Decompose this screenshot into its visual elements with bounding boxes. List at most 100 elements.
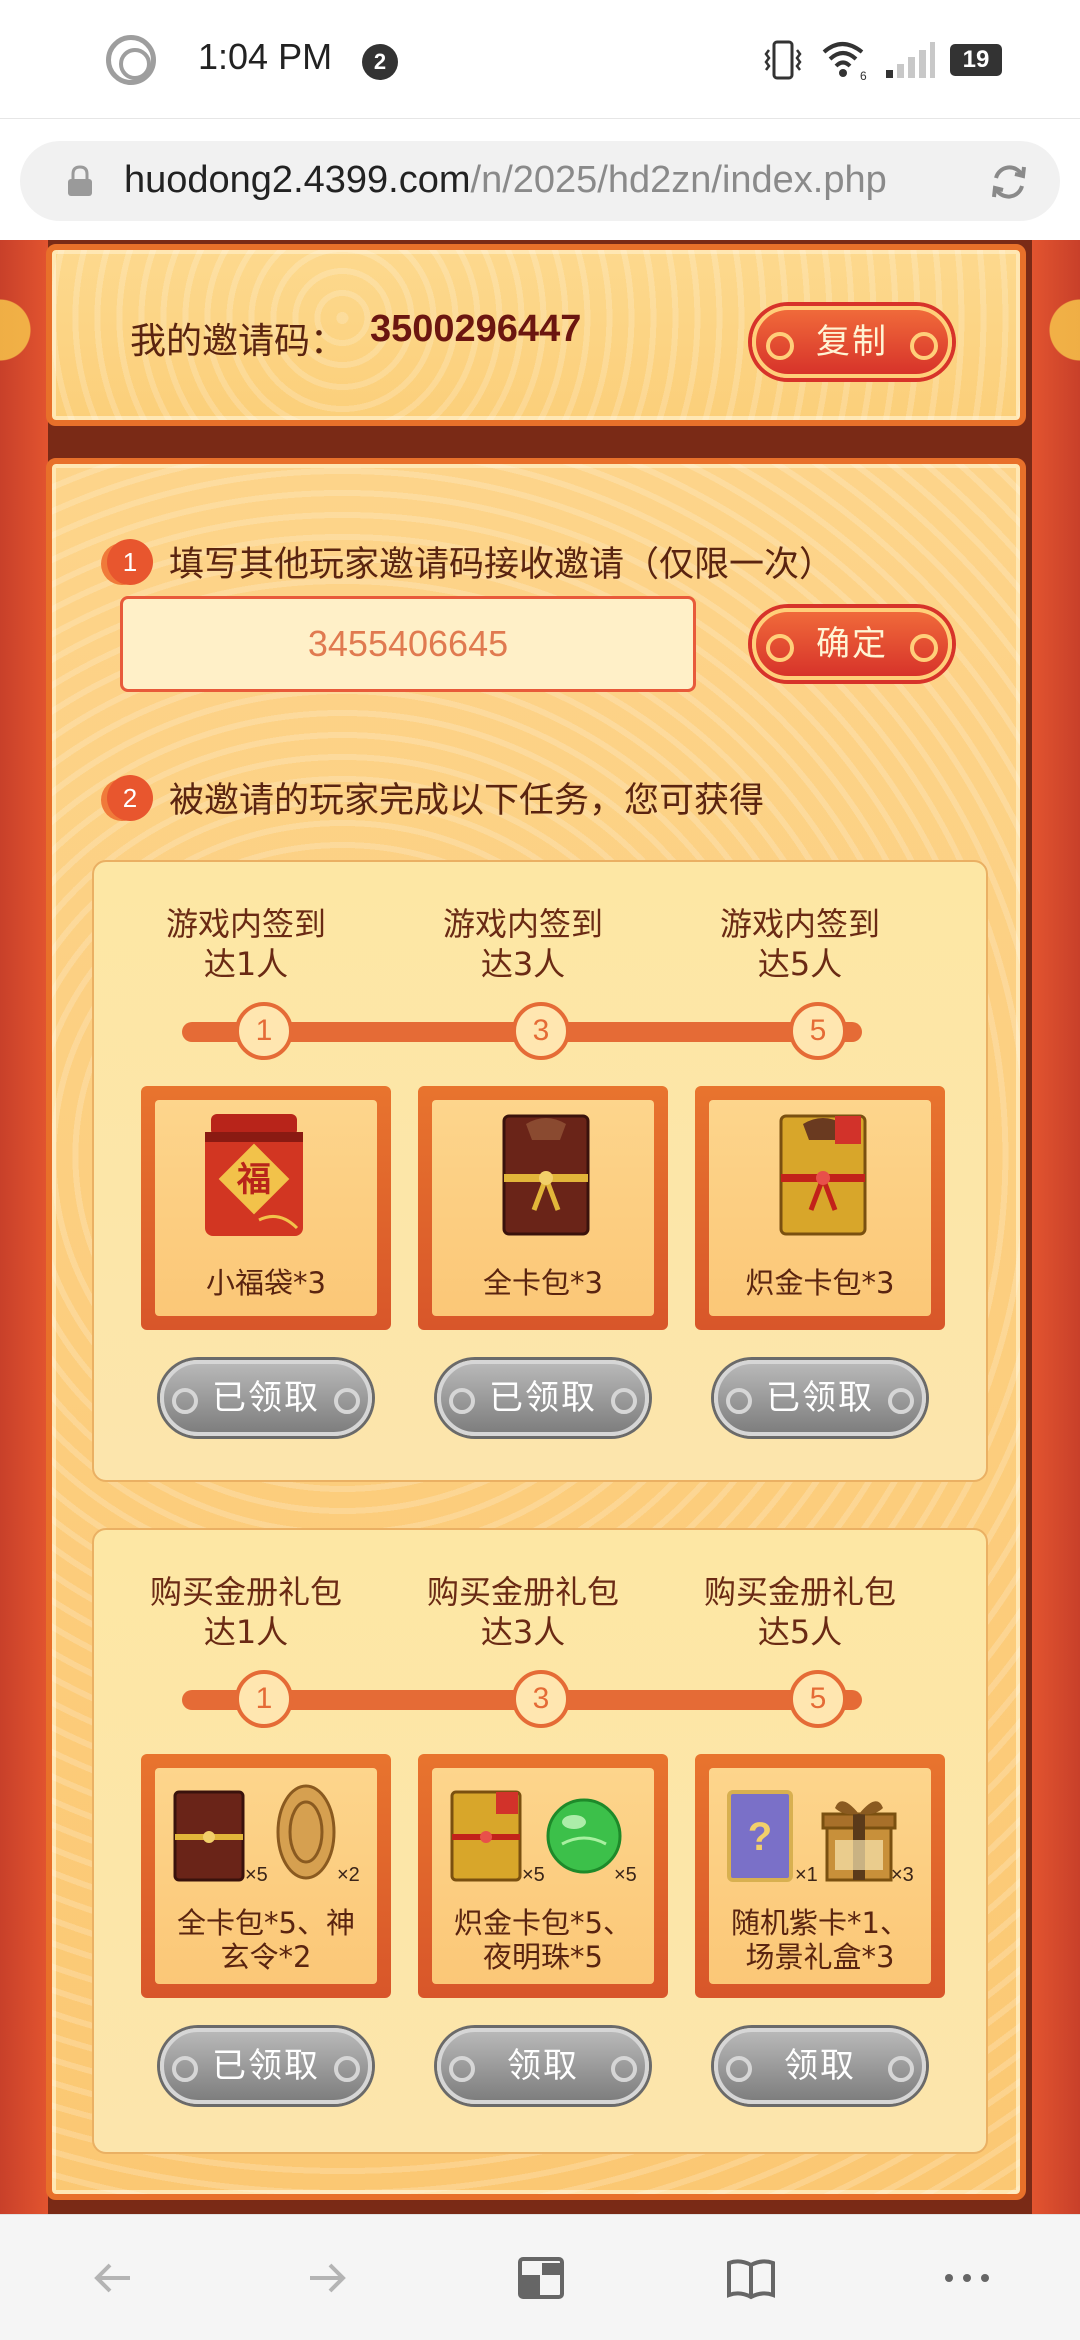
reward-name-line2: 场景礼盒*3 [745, 1940, 895, 1974]
card-pack-icon [502, 1114, 590, 1236]
reward-quantity: ×1 [795, 1864, 818, 1886]
milestone-node: 1 [235, 1002, 293, 1060]
task-condition-line2: 达5人 [757, 945, 843, 983]
signal-icon [886, 42, 935, 78]
claim-button[interactable]: 领取 [714, 2028, 926, 2104]
milestone-node: 3 [512, 1670, 570, 1728]
mystery-card-icon: ? [727, 1790, 793, 1882]
url-text[interactable]: huodong2.4399.com/n/2025/hd2zn/index.php [124, 159, 887, 202]
svg-text:?: ? [748, 1815, 772, 1859]
task-condition: 购买金册礼包 达1人 [116, 1572, 376, 1652]
step-1-heading: 1 填写其他玩家邀请码接收邀请（仅限一次） [107, 536, 834, 587]
step-1-text: 填写其他玩家邀请码接收邀请（仅限一次） [169, 545, 835, 585]
reward-quantity: ×5 [614, 1864, 637, 1886]
step-2-text: 被邀请的玩家完成以下任务，您可获得 [169, 781, 765, 821]
gift-box-icon [821, 1801, 897, 1882]
invite-code-value: 3500296447 [370, 308, 582, 350]
gold-card-pack-icon [779, 1114, 867, 1236]
battery-icon: 19 [950, 44, 1002, 76]
wifi-label: 6 [860, 69, 867, 82]
reload-icon[interactable] [988, 161, 1030, 203]
claimed-button[interactable]: 已领取 [437, 1360, 649, 1436]
task-condition-line2: 达3人 [480, 945, 566, 983]
step-2-heading: 2 被邀请的玩家完成以下任务，您可获得 [107, 772, 764, 823]
reward-name: 随机紫卡*1、 场景礼盒*3 [709, 1906, 931, 1974]
reward-name-line2: 玄令*2 [220, 1940, 312, 1974]
check-in-task-box: 游戏内签到 达1人 游戏内签到 达3人 游戏内签到 达5人 1 3 5 福 小福… [92, 860, 988, 1482]
reward-name: 炽金卡包*3 [745, 1266, 895, 1300]
invite-code-label: 我的邀请码： [130, 321, 347, 362]
bookmarks-icon[interactable] [724, 2251, 778, 2305]
lucky-bag-icon: 福 [205, 1114, 303, 1236]
task-condition-line1: 购买金册礼包 [426, 1573, 619, 1611]
more-icon[interactable] [940, 2251, 994, 2305]
url-domain: huodong2.4399.com [124, 159, 471, 201]
task-condition-line1: 购买金册礼包 [703, 1573, 896, 1611]
lock-icon [68, 165, 92, 196]
milestone-node: 3 [512, 1002, 570, 1060]
record-icon [106, 35, 156, 85]
wifi-icon: 6 [822, 42, 867, 82]
claimed-button[interactable]: 已领取 [160, 2028, 372, 2104]
step-1-badge: 1 [107, 538, 153, 585]
back-icon[interactable] [86, 2251, 140, 2305]
task-condition-line2: 达1人 [203, 945, 289, 983]
status-bar: 1:04 PM 2 6 19 [0, 0, 1080, 118]
pearl-icon [546, 1798, 622, 1874]
reward-card: ×5 ×2 全卡包*5、神 玄令*2 [141, 1754, 391, 1998]
reward-name: 炽金卡包*5、 夜明珠*5 [432, 1906, 654, 1974]
task-condition-line2: 达3人 [480, 1613, 566, 1651]
svg-text:福: 福 [236, 1160, 271, 1200]
milestone-node: 1 [235, 1670, 293, 1728]
reward-name: 全卡包*3 [483, 1266, 603, 1300]
reward-name-line1: 炽金卡包*5、 [454, 1906, 632, 1940]
step-2-badge: 2 [107, 774, 153, 821]
claimed-button[interactable]: 已领取 [714, 1360, 926, 1436]
gold-card-pack-icon [450, 1790, 522, 1882]
task-condition: 游戏内签到 达1人 [116, 904, 376, 984]
reward-name: 全卡包*5、神 玄令*2 [155, 1906, 377, 1974]
card-pack-icon [173, 1790, 245, 1882]
url-path: /n/2025/hd2zn/index.php [470, 159, 887, 201]
reward-card: ? ×1 ×3 随机紫卡*1、 场景礼盒*3 [695, 1754, 945, 1998]
reward-name-line1: 全卡包*5、神 [177, 1906, 355, 1940]
forward-icon[interactable] [300, 2251, 354, 2305]
reward-card: 福 小福袋*3 [141, 1086, 391, 1330]
purchase-task-box: 购买金册礼包 达1人 购买金册礼包 达3人 购买金册礼包 达5人 1 3 5 ×… [92, 1528, 988, 2154]
task-condition: 游戏内签到 达5人 [670, 904, 930, 984]
browser-bottom-nav [0, 2214, 1080, 2340]
task-condition-line2: 达5人 [757, 1613, 843, 1651]
reward-name: 小福袋*3 [206, 1266, 326, 1300]
notification-count-badge: 2 [362, 44, 398, 80]
task-condition-line1: 游戏内签到 [442, 905, 603, 943]
reward-name-line1: 随机紫卡*1、 [731, 1906, 909, 1940]
right-border-decoration [1032, 240, 1080, 2214]
reward-card: 全卡包*3 [418, 1086, 668, 1330]
reward-quantity: ×3 [891, 1864, 914, 1886]
task-condition-line1: 购买金册礼包 [149, 1573, 342, 1611]
invite-code-input[interactable]: 3455406645 [120, 596, 696, 692]
token-icon [276, 1784, 336, 1880]
reward-quantity: ×2 [337, 1864, 360, 1886]
status-time: 1:04 PM [198, 36, 333, 77]
copy-button[interactable]: 复制 [752, 306, 952, 378]
task-condition: 游戏内签到 达3人 [393, 904, 653, 984]
browser-toolbar: huodong2.4399.com/n/2025/hd2zn/index.php [0, 118, 1080, 240]
vibrate-icon [764, 40, 802, 80]
task-condition: 购买金册礼包 达3人 [393, 1572, 653, 1652]
reward-quantity: ×5 [522, 1864, 545, 1886]
milestone-node: 5 [789, 1002, 847, 1060]
claimed-button[interactable]: 已领取 [160, 1360, 372, 1436]
address-bar[interactable]: huodong2.4399.com/n/2025/hd2zn/index.php [20, 141, 1060, 221]
tabs-icon[interactable] [514, 2251, 568, 2305]
task-condition: 购买金册礼包 达5人 [670, 1572, 930, 1652]
event-page: 我的邀请码： 3500296447 复制 1 填写其他玩家邀请码接收邀请（仅限一… [0, 240, 1080, 2214]
reward-name-line2: 夜明珠*5 [483, 1940, 603, 1974]
claim-button[interactable]: 领取 [437, 2028, 649, 2104]
milestone-node: 5 [789, 1670, 847, 1728]
task-condition-line1: 游戏内签到 [165, 905, 326, 943]
left-border-decoration [0, 240, 48, 2214]
confirm-button[interactable]: 确定 [752, 608, 952, 680]
reward-card: ×5 ×5 炽金卡包*5、 夜明珠*5 [418, 1754, 668, 1998]
invite-tasks-panel: 1 填写其他玩家邀请码接收邀请（仅限一次） 3455406645 确定 2 被邀… [46, 458, 1026, 2200]
